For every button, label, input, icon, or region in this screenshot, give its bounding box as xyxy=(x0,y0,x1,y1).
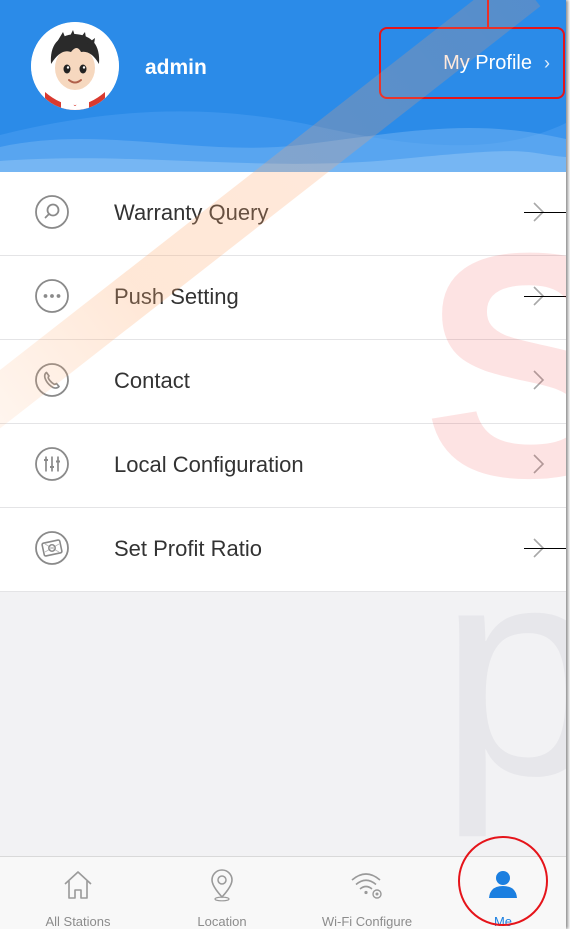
annotation-line xyxy=(524,212,566,213)
wifi-gear-icon xyxy=(351,873,382,899)
my-profile-button[interactable]: My Profile › xyxy=(379,27,565,99)
menu-item-label: Push Setting xyxy=(114,284,239,309)
menu-item-contact[interactable]: Contact xyxy=(0,340,566,424)
menu-item-label: Warranty Query xyxy=(114,200,269,225)
tab-all-stations[interactable]: All Stations xyxy=(8,857,148,929)
tab-label: Me xyxy=(493,914,513,929)
cartoon-boy-avatar-icon xyxy=(31,22,119,110)
menu-item-label: Contact xyxy=(114,368,190,393)
tab-label: All Stations xyxy=(45,914,111,929)
menu-item-local-configuration[interactable]: Local Configuration xyxy=(0,424,566,508)
home-icon xyxy=(64,871,92,899)
avatar[interactable] xyxy=(31,22,119,110)
username: admin xyxy=(145,56,207,79)
bottom-tab-bar: All Stations Location Wi-Fi Configure Me xyxy=(0,856,566,929)
ellipsis-circle-icon xyxy=(35,279,69,313)
sliders-circle-icon xyxy=(35,447,69,481)
chevron-right-icon xyxy=(533,454,545,474)
annotation-line xyxy=(487,0,489,27)
profile-header: admin My Profile › xyxy=(0,0,566,172)
tab-location[interactable]: Location xyxy=(152,857,292,929)
annotation-line xyxy=(524,548,566,549)
search-circle-icon xyxy=(35,195,69,229)
app-screen: admin My Profile › Warranty Query Push S… xyxy=(0,0,566,929)
location-pin-icon xyxy=(211,869,233,902)
annotation-line xyxy=(524,296,566,297)
menu-item-push-setting[interactable]: Push Setting xyxy=(0,256,566,340)
tab-label: Location xyxy=(197,914,247,929)
menu-item-set-profit-ratio[interactable]: Set Profit Ratio xyxy=(0,508,566,592)
tab-label: Wi-Fi Configure xyxy=(321,914,413,929)
tab-wifi-configure[interactable]: Wi-Fi Configure xyxy=(297,857,437,929)
person-icon xyxy=(489,871,517,898)
chevron-right-icon: › xyxy=(544,52,550,73)
settings-menu: Warranty Query Push Setting Contact Loca… xyxy=(0,172,566,592)
menu-item-warranty-query[interactable]: Warranty Query xyxy=(0,172,566,256)
menu-item-label: Local Configuration xyxy=(114,452,304,477)
my-profile-label: My Profile xyxy=(443,51,532,74)
chevron-right-icon xyxy=(533,370,545,390)
money-circle-icon xyxy=(35,531,69,565)
tab-me[interactable]: Me xyxy=(433,857,566,929)
menu-item-label: Set Profit Ratio xyxy=(114,536,262,561)
phone-circle-icon xyxy=(35,363,69,397)
